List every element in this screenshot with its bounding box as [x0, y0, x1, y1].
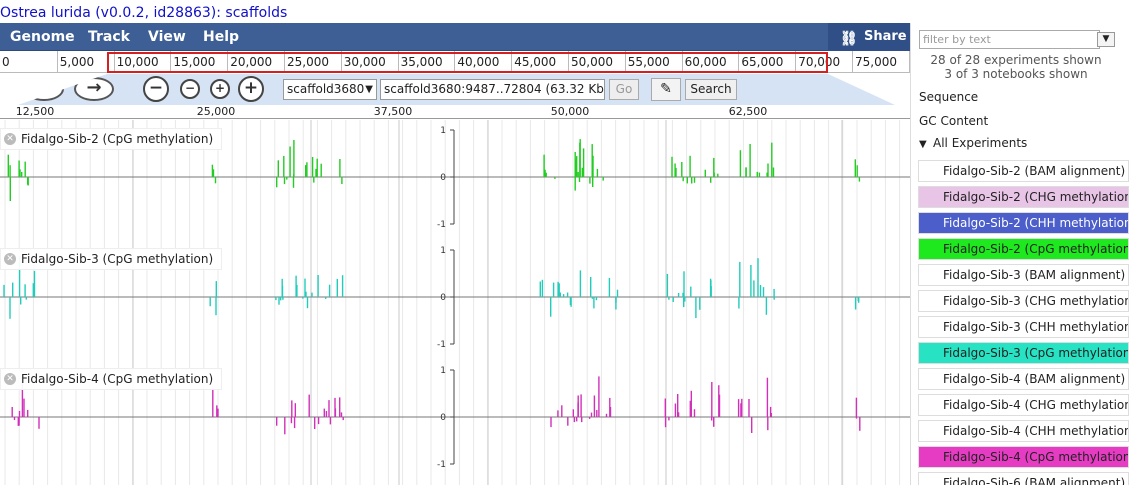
experiment-item[interactable]: Fidalgo-Sib-3 (CHH methylation) [918, 316, 1129, 338]
navigation-bar: ← → − − + + scaffold3680 ▼ scaffold3680:… [0, 74, 910, 105]
share-label: Share [864, 29, 907, 44]
gc-content-track-item[interactable]: GC Content [919, 114, 988, 128]
experiment-item[interactable]: Fidalgo-Sib-2 (CHH methylation) [918, 212, 1129, 234]
menu-track[interactable]: Track [88, 23, 130, 51]
experiment-item[interactable]: Fidalgo-Sib-2 (CpG methylation) [918, 238, 1129, 260]
ruler-tick: 50,000 [550, 105, 590, 118]
zoom-in-icon: + [243, 78, 259, 98]
overview-tick: 20,000 [227, 51, 272, 72]
experiment-item[interactable]: Fidalgo-Sib-3 (CpG methylation) [918, 342, 1129, 364]
reference-sequence-value: scaffold3680 [287, 82, 365, 96]
experiment-item[interactable]: Fidalgo-Sib-6 (BAM alignment) [918, 472, 1129, 485]
scale-ruler: 12,500 25,000 37,500 50,000 62,500 [0, 105, 910, 119]
overview-tick: 0 [2, 55, 10, 69]
experiment-item[interactable]: Fidalgo-Sib-4 (CpG methylation) [918, 446, 1129, 468]
track-label-text: Fidalgo-Sib-2 (CpG methylation) [21, 132, 214, 146]
experiment-item[interactable]: Fidalgo-Sib-4 (CHG methylation) [918, 394, 1129, 416]
overview-tick: 15,000 [170, 51, 215, 72]
caret-down-icon: ▼ [919, 139, 927, 150]
all-experiments-toggle[interactable]: ▼ All Experiments [919, 136, 1027, 150]
close-icon[interactable]: ✕ [4, 133, 16, 145]
link-icon: ⛓ [840, 31, 858, 47]
overview-tick: 35,000 [397, 51, 443, 72]
experiment-item[interactable]: Fidalgo-Sib-3 (CHG methylation) [918, 290, 1129, 312]
overview-tick: 55,000 [624, 51, 670, 72]
menu-bar: Genome Track View Help ⛓ Share [0, 23, 910, 51]
highlighter-icon: ✎ [660, 81, 672, 97]
location-input[interactable]: scaffold3680:9487..72804 (63.32 Kb) [380, 79, 605, 100]
close-icon[interactable]: ✕ [4, 373, 16, 385]
overview-ruler[interactable]: 0 5,000 10,000 15,000 20,000 25,000 30,000 35,0… [0, 51, 910, 73]
overview-tick: 60,000 [681, 51, 727, 72]
left-arrow-icon: ← [36, 77, 52, 98]
overview-tick: 25,000 [284, 51, 329, 72]
ruler-tick: 62,500 [728, 105, 768, 118]
scale-label: 0 [440, 173, 446, 183]
notebooks-count: 3 of 3 notebooks shown [944, 67, 1088, 81]
overview-tick: 75,000 [852, 51, 897, 72]
tracks-canvas: -1 0 1 -1 0 1 -1 0 1 [0, 120, 910, 485]
overview-tick: 5,000 [56, 51, 94, 72]
filter-dropdown[interactable]: ▼ [1097, 32, 1115, 47]
zoom-in-button[interactable]: + [238, 76, 264, 102]
overview-tick: 70,000 [795, 51, 840, 72]
highlight-button[interactable]: ✎ [651, 78, 681, 101]
all-experiments-label: All Experiments [933, 136, 1028, 150]
scale-label: 0 [440, 293, 446, 303]
go-button[interactable]: Go [609, 79, 639, 100]
filter-input[interactable]: filter by text [919, 30, 1100, 49]
chevron-down-icon: ▼ [365, 84, 373, 95]
search-button[interactable]: Search [685, 79, 737, 100]
overview-tick: 65,000 [738, 51, 783, 72]
scale-label: 1 [440, 246, 446, 256]
pan-right-button[interactable]: → [74, 77, 114, 101]
close-icon[interactable]: ✕ [4, 253, 16, 265]
zoom-out-icon: − [148, 78, 164, 98]
overview-tick: 40,000 [454, 51, 499, 72]
page-title: Ostrea lurida (v0.0.2, id28863): scaffol… [0, 5, 288, 21]
track-label[interactable]: ✕ Fidalgo-Sib-4 (CpG methylation) [0, 368, 223, 390]
scale-label: -1 [437, 340, 446, 350]
track-label[interactable]: ✕ Fidalgo-Sib-3 (CpG methylation) [0, 248, 223, 270]
experiment-item[interactable]: Fidalgo-Sib-3 (BAM alignment) [918, 264, 1129, 286]
overview-tick: 50,000 [568, 51, 613, 72]
zoom-out-small-icon: − [184, 81, 196, 95]
scale-label: 1 [440, 366, 446, 376]
zoom-out-button[interactable]: − [143, 76, 169, 102]
experiment-item[interactable]: Fidalgo-Sib-2 (CHG methylation) [918, 186, 1129, 208]
ruler-tick: 25,000 [196, 105, 236, 118]
experiment-item[interactable]: Fidalgo-Sib-4 (CHH methylation) [918, 420, 1129, 442]
track-selector-panel: filter by text ▼ 28 of 28 experiments sh… [910, 23, 1132, 485]
zoom-in-small-icon: + [214, 81, 226, 95]
chevron-down-icon: ▼ [1102, 34, 1110, 44]
right-arrow-icon: → [86, 77, 102, 98]
overview-tick: 10,000 [113, 51, 159, 72]
menu-help[interactable]: Help [203, 23, 239, 51]
scale-label: 1 [440, 126, 446, 136]
scale-label: -1 [437, 460, 446, 470]
overview-tick: 30,000 [340, 51, 386, 72]
menu-genome[interactable]: Genome [10, 23, 75, 51]
track-label[interactable]: ✕ Fidalgo-Sib-2 (CpG methylation) [0, 128, 223, 150]
ruler-tick: 12,500 [15, 105, 55, 118]
experiment-item[interactable]: Fidalgo-Sib-2 (BAM alignment) [918, 160, 1129, 182]
zoom-in-small-button[interactable]: + [210, 79, 230, 99]
scale-label: 0 [440, 413, 446, 423]
zoom-out-small-button[interactable]: − [180, 79, 200, 99]
ruler-tick: 37,500 [373, 105, 413, 118]
app-root: Ostrea lurida (v0.0.2, id28863): scaffol… [0, 0, 1132, 485]
experiments-count: 28 of 28 experiments shown [930, 53, 1102, 67]
sequence-track-item[interactable]: Sequence [919, 90, 978, 104]
overview-tick: 45,000 [511, 51, 556, 72]
scale-label: -1 [437, 220, 446, 230]
track-label-text: Fidalgo-Sib-4 (CpG methylation) [21, 372, 214, 386]
track-area[interactable]: -1 0 1 -1 0 1 -1 0 1 ✕ Fidalgo-Sib-2 (CpG methyla… [0, 120, 910, 485]
experiment-item[interactable]: Fidalgo-Sib-4 (BAM alignment) [918, 368, 1129, 390]
reference-sequence-select[interactable]: scaffold3680 ▼ [283, 79, 377, 100]
track-label-text: Fidalgo-Sib-3 (CpG methylation) [21, 252, 214, 266]
share-button[interactable]: ⛓ Share [828, 23, 910, 51]
pan-left-button[interactable]: ← [24, 77, 64, 101]
menu-view[interactable]: View [148, 23, 186, 51]
